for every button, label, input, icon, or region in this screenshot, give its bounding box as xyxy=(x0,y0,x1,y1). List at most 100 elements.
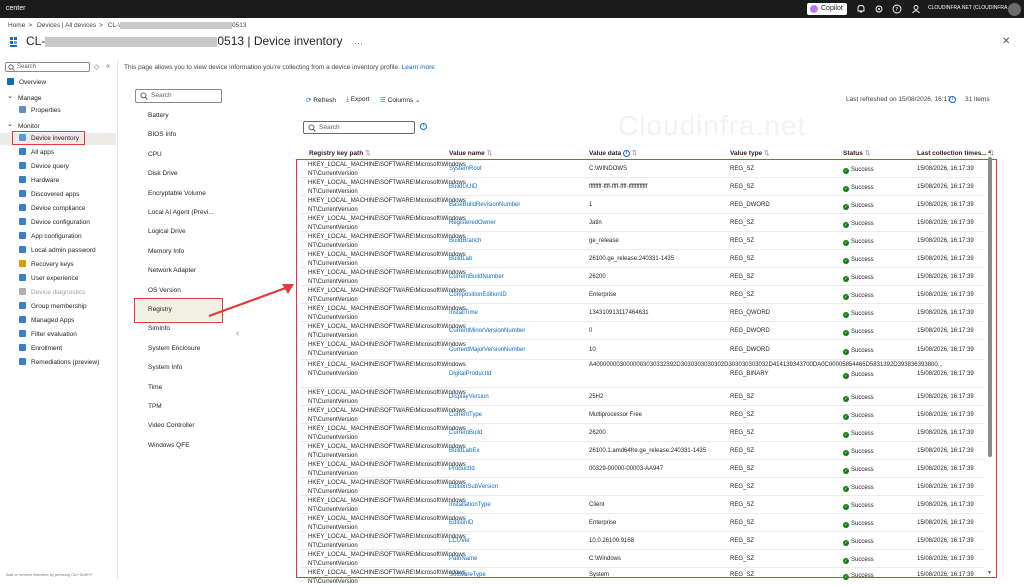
column-header-status[interactable]: Status ⇅ xyxy=(843,149,870,157)
configuration-icon xyxy=(19,218,26,225)
category-item[interactable]: System Enclosure xyxy=(148,345,200,352)
category-item[interactable]: Battery xyxy=(148,112,169,119)
sidebar-item-label: Managed Apps xyxy=(31,317,75,324)
search-icon xyxy=(140,92,148,100)
category-item[interactable]: CPU xyxy=(148,151,162,158)
help-icon[interactable]: ? xyxy=(892,4,902,14)
sidebar-item-device-compliance[interactable]: Device compliance xyxy=(0,203,117,215)
sidebar-item-managed-apps[interactable]: Managed Apps xyxy=(0,315,117,327)
refresh-button[interactable]: ⟳ Refresh xyxy=(306,96,336,104)
key-icon xyxy=(19,260,26,267)
more-options-icon[interactable]: ··· xyxy=(354,38,363,48)
breadcrumb-device[interactable]: CL-\ 0513 xyxy=(108,22,246,29)
sidebar-item-monitor[interactable]: ⌄ Monitor xyxy=(0,119,117,131)
sidebar-item-enrollment[interactable]: Enrollment xyxy=(0,343,117,355)
settings-gear-icon[interactable] xyxy=(874,4,884,14)
sort-icon: ⇅ xyxy=(764,150,770,157)
close-icon[interactable]: ✕ xyxy=(1002,36,1010,47)
table-search-input[interactable]: Search xyxy=(303,121,415,134)
account-name[interactable]: CLOUDINFRA.NET (CLOUDINFRA... xyxy=(928,5,1012,11)
collapse-panel-icon[interactable]: ‹ xyxy=(236,328,239,339)
refresh-icon: ⟳ xyxy=(306,97,312,104)
category-item[interactable]: System Info xyxy=(148,364,182,371)
sidebar-item-user-experience[interactable]: User experience xyxy=(0,273,117,285)
category-item[interactable]: Local AI Agent (Previ... xyxy=(148,209,214,216)
sidebar-item-device-query[interactable]: Device query xyxy=(0,161,117,173)
nav-search-input[interactable]: Search xyxy=(5,62,90,72)
sidebar-item-hardware[interactable]: Hardware xyxy=(0,175,117,187)
scrollbar-thumb[interactable] xyxy=(988,157,992,457)
category-item[interactable]: Time xyxy=(148,384,162,391)
export-button[interactable]: ⤓ Export xyxy=(346,96,369,104)
sidebar-item-all-apps[interactable]: All apps xyxy=(0,147,117,159)
sidebar-item-local-admin-password[interactable]: Local admin password xyxy=(0,245,117,257)
feedback-icon[interactable] xyxy=(911,4,921,14)
sidebar-item-overview[interactable]: Overview xyxy=(0,77,117,89)
search-icon xyxy=(8,64,15,71)
column-header-registry-key-path[interactable]: Registry key path ⇅ xyxy=(309,149,371,157)
sidebar-item-label: Monitor xyxy=(18,123,40,130)
sidebar-item-device-diagnostics[interactable]: Device diagnostics xyxy=(0,287,117,299)
category-item[interactable]: TPM xyxy=(148,403,162,410)
group-icon xyxy=(19,302,26,309)
category-item[interactable]: Network Adapter xyxy=(148,267,196,274)
notifications-icon[interactable] xyxy=(856,4,866,14)
category-item[interactable]: Encryptable Volume xyxy=(148,190,206,197)
category-item[interactable]: OS Version xyxy=(148,287,181,294)
column-header-last-collection[interactable]: Last collection times... ⇅ xyxy=(917,149,994,157)
app-configuration-icon xyxy=(19,232,26,239)
breadcrumb-devices[interactable]: Devices | All devices xyxy=(37,22,96,29)
scroll-down-icon[interactable]: ▼ xyxy=(987,570,992,576)
sidebar-item-filter-evaluation[interactable]: Filter evaluation xyxy=(0,329,117,341)
category-item[interactable]: Disk Drive xyxy=(148,170,178,177)
sidebar-item-manage[interactable]: ⌄ Manage xyxy=(0,91,117,103)
scroll-up-icon[interactable]: ▲ xyxy=(987,149,992,155)
category-item[interactable]: SimInfo xyxy=(148,325,170,332)
compliance-icon xyxy=(19,204,26,211)
chevron-down-icon: ⌄ xyxy=(7,121,13,128)
sidebar-item-app-configuration[interactable]: App configuration xyxy=(0,231,117,243)
column-header-value-type[interactable]: Value type ⇅ xyxy=(730,149,770,157)
sidebar-item-label: Recovery keys xyxy=(31,261,74,268)
remediations-icon xyxy=(19,358,26,365)
sidebar-item-device-configuration[interactable]: Device configuration xyxy=(0,217,117,229)
sort-icon: ⇅ xyxy=(864,150,871,157)
category-item[interactable]: Windows QFE xyxy=(148,442,190,449)
info-icon[interactable]: i xyxy=(949,96,956,103)
last-refreshed-text: Last refreshed on 15/08/2026, 16:17 xyxy=(846,96,951,103)
table-scrollbar[interactable]: ▲ ▼ xyxy=(987,149,993,576)
search-info-icon[interactable]: i xyxy=(420,123,427,130)
category-item[interactable]: Memory Info xyxy=(148,248,184,255)
column-header-value-data[interactable]: Value data i ⇅ xyxy=(589,149,637,157)
copilot-label: Copilot xyxy=(821,5,843,12)
sidebar-item-label: All apps xyxy=(31,149,55,156)
nav-collapse-button[interactable]: « xyxy=(106,63,110,70)
sidebar-item-label: Remediations (preview) xyxy=(31,359,100,366)
sort-icon: ⇅ xyxy=(486,150,493,157)
nav-collapse-icon[interactable]: ◇ xyxy=(94,63,99,71)
info-icon[interactable]: i xyxy=(622,149,630,157)
info-icon xyxy=(7,78,14,85)
query-icon xyxy=(19,162,26,169)
columns-button[interactable]: ☰ Columns ⌄ xyxy=(380,96,421,104)
sidebar-item-label: Enrollment xyxy=(31,345,63,352)
category-item[interactable]: BIOS Info xyxy=(148,131,176,138)
breadcrumb-home[interactable]: Home xyxy=(8,22,25,29)
sidebar-item-properties[interactable]: Properties xyxy=(0,105,117,117)
copilot-icon xyxy=(810,5,818,13)
avatar[interactable] xyxy=(1008,3,1021,16)
sidebar-item-group-membership[interactable]: Group membership xyxy=(0,301,117,313)
category-item[interactable]: Video Controller xyxy=(148,422,195,429)
sidebar-item-label: Group membership xyxy=(31,303,87,310)
copilot-button[interactable]: Copilot xyxy=(807,3,847,15)
sort-icon: ⇅ xyxy=(631,150,638,157)
sidebar-item-recovery-keys[interactable]: Recovery keys xyxy=(0,259,117,271)
sidebar-item-remediations-preview[interactable]: Remediations (preview) xyxy=(0,357,117,369)
learn-more-link[interactable]: Learn more xyxy=(402,64,435,71)
hardware-icon xyxy=(19,176,26,183)
category-item[interactable]: Logical Drive xyxy=(148,228,186,235)
sidebar-item-discovered-apps[interactable]: Discovered apps xyxy=(0,189,117,201)
column-header-value-name[interactable]: Value name ⇅ xyxy=(449,149,492,157)
category-search-input[interactable]: Search xyxy=(135,89,222,103)
properties-icon xyxy=(19,106,26,113)
